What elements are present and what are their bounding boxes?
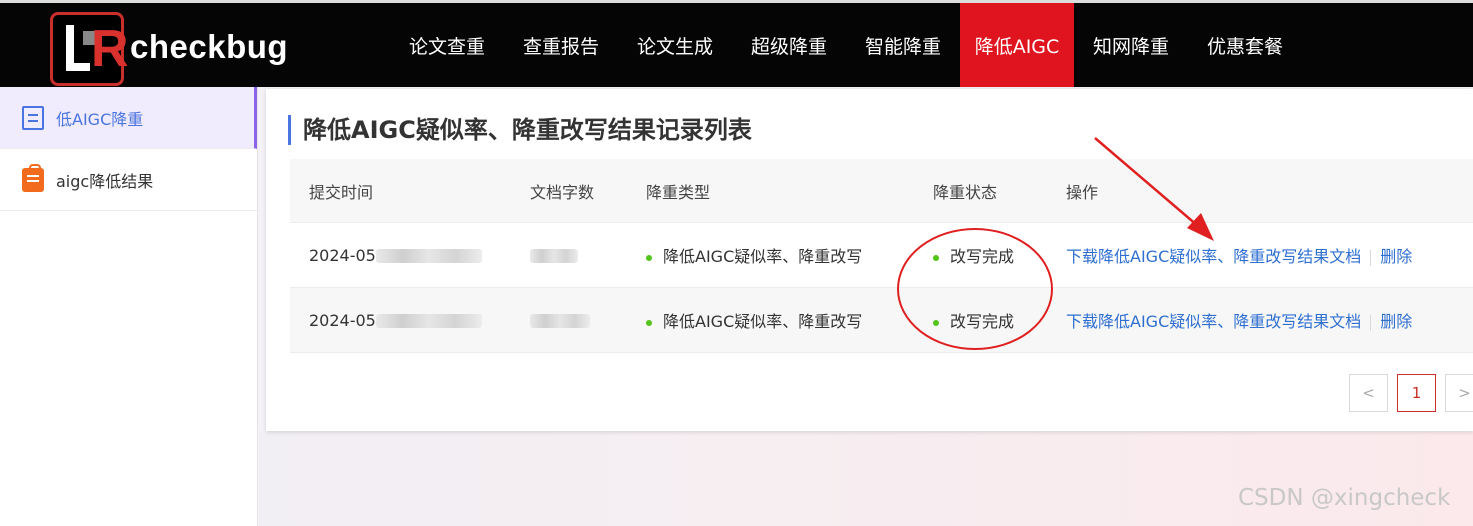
column-header-word-count: 文档字数 xyxy=(530,182,595,202)
sidebar-item-aigc-rewrite[interactable]: 低AIGC降重 xyxy=(0,87,257,149)
status-dot-icon xyxy=(933,254,939,261)
column-header-status: 降重状态 xyxy=(933,182,998,202)
delete-link[interactable]: 删除 xyxy=(1380,312,1412,331)
results-panel: 降低AIGC疑似率、降重改写结果记录列表 提交时间 文档字数 降重类型 降重状态… xyxy=(266,89,1473,431)
logo-mark-icon: R xyxy=(50,12,129,86)
sidebar-item-aigc-results[interactable]: aigc降低结果 xyxy=(0,149,257,211)
submit-time-cell: 2024-05 xyxy=(290,246,511,265)
column-header-actions: 操作 xyxy=(1066,182,1099,202)
top-navbar: R checkbug 论文查重 查重报告 论文生成 超级降重 智能降重 降低AI… xyxy=(0,0,1473,87)
brand-name: checkbug xyxy=(130,28,289,65)
nav-item-paper-check[interactable]: 论文查重 xyxy=(390,3,504,87)
prev-page-button[interactable]: < xyxy=(1349,374,1388,412)
redacted-time xyxy=(375,249,482,263)
redacted-time xyxy=(375,314,482,328)
table-row: 2024-05 降低AIGC疑似率、降重改写 改写完成 下载降低AIGC疑似率、… xyxy=(290,223,1473,288)
watermark: CSDN @xingcheck xyxy=(1238,485,1451,511)
nav-item-report[interactable]: 查重报告 xyxy=(504,3,618,87)
rewrite-status-cell: 改写完成 xyxy=(914,308,1047,332)
clipboard-icon xyxy=(22,163,44,192)
divider xyxy=(1370,314,1372,331)
delete-link[interactable]: 删除 xyxy=(1380,247,1412,266)
background-gradient xyxy=(259,432,1473,526)
brand-logo[interactable]: R checkbug xyxy=(50,12,288,86)
nav-item-reduce-aigc[interactable]: 降低AIGC xyxy=(960,3,1074,87)
rewrite-type: 降低AIGC疑似率、降重改写 xyxy=(663,247,863,266)
redacted-word-count xyxy=(530,249,578,263)
sidebar-item-label: 低AIGC降重 xyxy=(56,109,144,129)
word-count-cell xyxy=(511,311,627,330)
nav-item-packages[interactable]: 优惠套餐 xyxy=(1188,3,1302,87)
rewrite-type-cell: 降低AIGC疑似率、降重改写 xyxy=(627,308,914,332)
column-header-type: 降重类型 xyxy=(646,182,711,202)
actions-cell: 下载降低AIGC疑似率、降重改写结果文档 删除 xyxy=(1047,308,1473,332)
word-count-cell xyxy=(511,246,627,265)
column-header-time: 提交时间 xyxy=(309,182,374,202)
download-result-link[interactable]: 下载降低AIGC疑似率、降重改写结果文档 xyxy=(1066,312,1361,331)
divider xyxy=(1370,249,1372,266)
sidebar: 低AIGC降重 aigc降低结果 xyxy=(0,87,258,526)
status-dot-icon xyxy=(646,254,652,261)
nav-item-paper-generate[interactable]: 论文生成 xyxy=(618,3,732,87)
submit-time: 2024-05 xyxy=(309,245,376,265)
main-nav: 论文查重 查重报告 论文生成 超级降重 智能降重 降低AIGC 知网降重 优惠套… xyxy=(390,3,1302,90)
submit-time-cell: 2024-05 xyxy=(290,311,511,330)
actions-cell: 下载降低AIGC疑似率、降重改写结果文档 删除 xyxy=(1047,243,1473,267)
rewrite-status-cell: 改写完成 xyxy=(914,243,1047,267)
rewrite-status: 改写完成 xyxy=(950,312,1015,331)
nav-item-smart-rewrite[interactable]: 智能降重 xyxy=(846,3,960,87)
status-dot-icon xyxy=(646,319,652,326)
nav-item-super-rewrite[interactable]: 超级降重 xyxy=(732,3,846,87)
rewrite-type: 降低AIGC疑似率、降重改写 xyxy=(663,312,863,331)
table-header-row: 提交时间 文档字数 降重类型 降重状态 操作 xyxy=(290,159,1473,223)
nav-item-cnki-rewrite[interactable]: 知网降重 xyxy=(1074,3,1188,87)
submit-time: 2024-05 xyxy=(309,310,376,330)
next-page-button[interactable]: > xyxy=(1445,374,1473,412)
page-1-button[interactable]: 1 xyxy=(1397,374,1436,412)
results-table: 提交时间 文档字数 降重类型 降重状态 操作 2024-05 降低AIGC疑似率… xyxy=(290,159,1473,353)
document-icon xyxy=(22,105,44,130)
table-row: 2024-05 降低AIGC疑似率、降重改写 改写完成 下载降低AIGC疑似率、… xyxy=(290,288,1473,353)
page-title: 降低AIGC疑似率、降重改写结果记录列表 xyxy=(288,115,752,145)
redacted-word-count xyxy=(530,314,590,328)
status-dot-icon xyxy=(933,319,939,326)
pagination: < 1 > xyxy=(1349,374,1473,412)
rewrite-type-cell: 降低AIGC疑似率、降重改写 xyxy=(627,243,914,267)
rewrite-status: 改写完成 xyxy=(950,247,1015,266)
download-result-link[interactable]: 下载降低AIGC疑似率、降重改写结果文档 xyxy=(1066,247,1361,266)
sidebar-item-label: aigc降低结果 xyxy=(56,171,154,191)
